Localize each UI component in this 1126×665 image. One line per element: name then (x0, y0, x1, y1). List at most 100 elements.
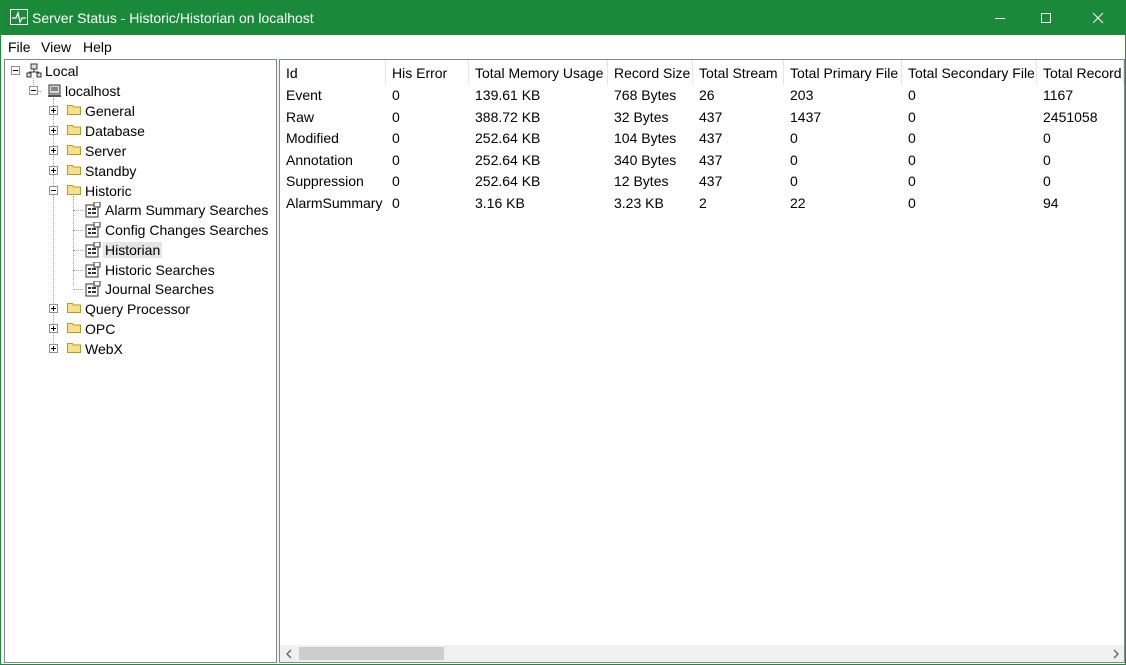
tree-node-local[interactable]: Local (5, 62, 275, 81)
close-button[interactable] (1075, 1, 1121, 35)
table-row-id-cell: Annotation (286, 151, 353, 168)
column-header-id[interactable]: Id (280, 60, 386, 85)
table-cell: 388.72 KB (475, 108, 541, 125)
table-cell: 94 (1043, 195, 1059, 211)
table-cell: 1437 (790, 108, 822, 125)
collapse-icon[interactable] (49, 186, 58, 195)
table-cell: 22 (790, 195, 806, 211)
tree-node-alarm-summary-searches[interactable]: Alarm Summary Searches (5, 201, 275, 220)
table-cell: 0 (908, 130, 916, 147)
scroll-left-button[interactable] (280, 645, 297, 662)
table-cell: 437 (699, 108, 723, 125)
column-header-total-primary-file[interactable]: Total Primary File (784, 60, 902, 85)
tree-label-local: Local (45, 63, 79, 79)
horizontal-scrollbar[interactable] (280, 645, 1124, 662)
folder-icon (67, 303, 81, 313)
table-row-id-cell: AlarmSummary (286, 195, 383, 211)
table-row-id-cell: Modified (286, 130, 339, 147)
scroll-right-button[interactable] (1107, 645, 1124, 662)
expand-icon[interactable] (49, 344, 58, 353)
minimize-button[interactable] (977, 1, 1023, 35)
tree-node-standby[interactable]: Standby (5, 162, 275, 181)
menu-file[interactable]: File (8, 39, 31, 55)
tree-label-alarm-summary-searches: Alarm Summary Searches (105, 202, 269, 218)
tree-node-general[interactable]: General (5, 102, 275, 121)
table-cell: 252.64 KB (475, 173, 541, 190)
tree-label-server: Server (85, 143, 127, 159)
table-cell: 32 Bytes (614, 108, 669, 125)
chevron-right-icon (1113, 649, 1119, 658)
folder-icon (67, 125, 81, 135)
tree-label-general: General (85, 103, 135, 119)
table-row-id-cell: Event (286, 87, 322, 103)
table-cell: 12 Bytes (614, 173, 669, 190)
server-icon (48, 84, 61, 97)
folder-icon (67, 105, 81, 115)
table-row-id-cell: Raw (286, 108, 315, 125)
folder-icon (67, 165, 81, 175)
menu-bar: File View Help (1, 35, 1125, 58)
menu-help[interactable]: Help (83, 39, 112, 55)
column-header-total-memory-usage[interactable]: Total Memory Usage (469, 60, 608, 85)
tree-node-historic-searches[interactable]: Historic Searches (5, 261, 275, 280)
tree-label-historian: Historian (103, 242, 163, 258)
tree-label-standby: Standby (85, 163, 137, 179)
table-cell: 0 (1043, 130, 1051, 147)
column-header-his-error[interactable]: His Error (386, 60, 469, 85)
close-icon (1092, 12, 1104, 24)
table-cell: 340 Bytes (614, 151, 677, 168)
table-cell: 0 (908, 173, 916, 190)
table-cell: 3.16 KB (475, 195, 525, 211)
tree-label-query-processor: Query Processor (85, 301, 191, 317)
table-cell: 252.64 KB (475, 130, 541, 147)
table-cell: 437 (699, 173, 723, 190)
table-cell: 104 Bytes (614, 130, 677, 147)
maximize-icon (1041, 13, 1051, 23)
maximize-button[interactable] (1023, 1, 1069, 35)
expand-icon[interactable] (49, 146, 58, 155)
expand-icon[interactable] (49, 106, 58, 115)
column-header-total-record[interactable]: Total Record (1037, 60, 1124, 85)
collapse-icon[interactable] (11, 66, 20, 75)
title-bar[interactable]: Server Status - Historic/Historian on lo… (1, 1, 1125, 35)
tree-node-journal-searches[interactable]: Journal Searches (5, 280, 275, 299)
server-status-window: Server Status - Historic/Historian on lo… (0, 0, 1126, 665)
table-cell: 252.64 KB (475, 151, 541, 168)
tree-node-server[interactable]: Server (5, 142, 275, 161)
tree-node-historian[interactable]: Historian (5, 241, 275, 260)
table-cell: 0 (908, 87, 916, 103)
tree-node-webx[interactable]: WebX (5, 340, 275, 359)
table-cell: 0 (908, 195, 916, 211)
status-report-icon (85, 281, 101, 297)
table-cell: 768 Bytes (614, 87, 677, 103)
expand-icon[interactable] (49, 304, 58, 313)
tree-node-opc[interactable]: OPC (5, 320, 275, 339)
expand-icon[interactable] (49, 126, 58, 135)
status-report-icon (85, 262, 101, 278)
table-cell: 0 (392, 151, 400, 168)
tree-node-query-processor[interactable]: Query Processor (5, 300, 275, 319)
table-cell: 2451058 (1043, 108, 1098, 125)
collapse-icon[interactable] (29, 86, 38, 95)
column-header-total-stream[interactable]: Total Stream (693, 60, 784, 85)
column-header-record-size[interactable]: Record Size (608, 60, 693, 85)
tree-node-localhost[interactable]: localhost (5, 82, 275, 101)
folder-icon (67, 323, 81, 333)
tree-label-localhost: localhost (65, 83, 121, 99)
tree-node-database[interactable]: Database (5, 122, 275, 141)
expand-icon[interactable] (49, 324, 58, 333)
tree-node-config-changes-searches[interactable]: Config Changes Searches (5, 221, 275, 240)
menu-view[interactable]: View (41, 39, 71, 55)
table-cell: 0 (1043, 151, 1051, 168)
scrollbar-thumb[interactable] (299, 647, 444, 660)
pulse-app-icon (10, 9, 28, 25)
tree-label-historic-searches: Historic Searches (105, 262, 215, 278)
column-header-total-secondary-file[interactable]: Total Secondary File (902, 60, 1037, 85)
tree-label-webx: WebX (85, 341, 123, 357)
table-cell: 0 (908, 108, 916, 125)
tree-node-historic[interactable]: Historic (5, 182, 275, 201)
expand-icon[interactable] (49, 166, 58, 175)
table-row-id-cell: Suppression (286, 173, 364, 190)
server-tree[interactable]: Local localhost General Database Server … (4, 59, 277, 663)
table-cell: 0 (392, 173, 400, 190)
